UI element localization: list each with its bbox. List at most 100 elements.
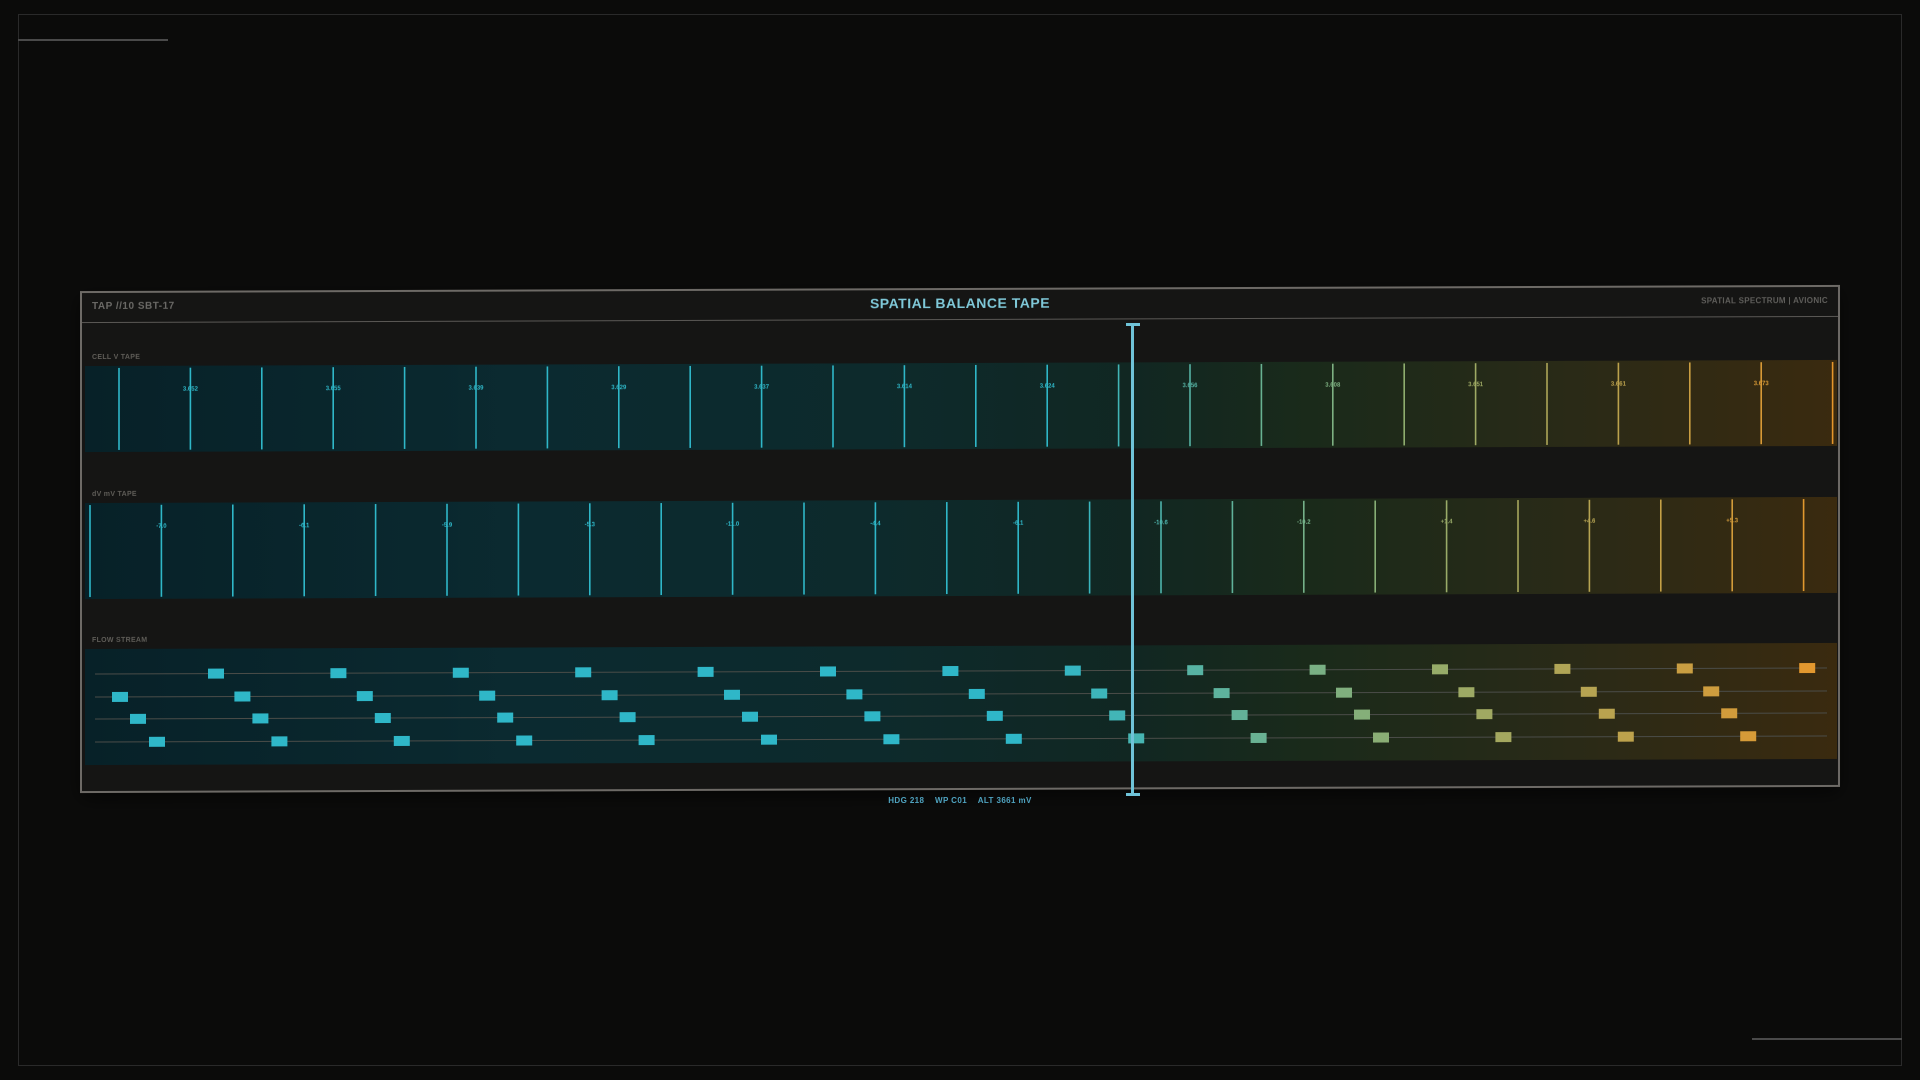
flow-marker xyxy=(374,712,391,724)
flow-marker xyxy=(1580,686,1597,697)
corner-accent-bottom-right xyxy=(1752,1038,1902,1040)
cell-v-tick-label: 3.651 xyxy=(1468,382,1484,388)
flow-lane-line xyxy=(95,735,1827,743)
dv-tick-label: +4.6 xyxy=(1583,519,1596,525)
flow-marker xyxy=(112,691,128,702)
flow-marker xyxy=(1373,732,1389,743)
flow-marker xyxy=(619,712,636,723)
dv-tape: -7.0 -6.1 -5.9 -5.3 -11.0 -4.4 -6.1 -10.6 -10.2 +… xyxy=(85,496,1837,600)
flow-marker xyxy=(846,689,863,700)
dv-tick-label: -7.0 xyxy=(156,524,167,530)
flow-marker xyxy=(1231,709,1248,721)
dv-tick-label: -5.3 xyxy=(585,522,596,528)
flow-marker xyxy=(271,736,288,747)
cursor-stem xyxy=(1131,323,1134,796)
flow-marker xyxy=(1005,733,1022,744)
cell-v-tick-label: 3.673 xyxy=(1754,381,1770,387)
flow-marker xyxy=(479,690,496,701)
flow-marker xyxy=(1309,664,1326,675)
flow-marker xyxy=(986,710,1003,721)
dv-tick-label: +5.3 xyxy=(1726,518,1739,524)
dv-tick-label: -10.6 xyxy=(1154,520,1168,526)
flow-marker xyxy=(497,712,514,723)
balance-cursor[interactable] xyxy=(1126,323,1140,796)
flow-marker xyxy=(1495,732,1512,743)
panel-header: TAP //10 SBT-17 SPATIAL BALANCE TAPE SPA… xyxy=(82,286,1838,324)
flow-marker xyxy=(1740,731,1757,742)
cell-v-tick-label: 3.608 xyxy=(1325,383,1341,389)
cell-v-tick-label: 3.614 xyxy=(897,384,913,390)
flow-marker xyxy=(1250,732,1267,743)
flow-lane-line xyxy=(95,712,1827,720)
flow-marker xyxy=(1554,663,1571,674)
flow-marker xyxy=(1721,708,1738,719)
cell-v-tape: 3.652 3.655 3.639 3.629 3.637 3.614 3.624 3.656… xyxy=(85,359,1837,453)
dv-tick-label: -6.1 xyxy=(299,523,310,529)
flow-stream-label: FLOW STREAM xyxy=(92,636,148,645)
flow-marker xyxy=(356,691,373,702)
dv-tick-label: -4.4 xyxy=(870,521,881,527)
flow-marker xyxy=(208,668,224,679)
flow-stream-lanes xyxy=(95,663,1827,747)
cell-v-tick-label: 3.655 xyxy=(326,386,342,392)
flow-marker xyxy=(724,689,740,700)
flow-marker xyxy=(1703,686,1720,697)
flow-marker xyxy=(1799,663,1816,674)
flow-marker xyxy=(1091,688,1108,699)
heading-readout: HDG 218 xyxy=(888,796,925,805)
cell-v-tick-label: 3.656 xyxy=(1182,383,1198,389)
flow-marker xyxy=(330,668,347,679)
flow-marker xyxy=(130,713,146,724)
dv-tick-label: -6.1 xyxy=(1013,521,1024,527)
cell-v-tick-label: 3.652 xyxy=(183,387,199,393)
dv-tick-label: -11.0 xyxy=(726,522,740,528)
flow-marker xyxy=(1064,665,1081,676)
flow-marker xyxy=(601,690,618,701)
flow-marker xyxy=(883,734,900,745)
cell-v-tape-scale: 3.652 3.655 3.639 3.629 3.637 3.614 3.624 3.656… xyxy=(118,361,1834,450)
flow-marker xyxy=(697,666,714,677)
dv-tick-label: -10.2 xyxy=(1297,520,1311,526)
cell-v-tick-label: 3.639 xyxy=(468,386,484,392)
altitude-readout: ALT 3661 mV xyxy=(977,796,1032,805)
panel-mode-label: SPATIAL SPECTRUM | AVIONIC xyxy=(1701,295,1828,306)
flow-marker xyxy=(638,735,655,746)
flow-marker xyxy=(516,735,533,746)
flow-marker xyxy=(1336,687,1352,698)
spatial-balance-tape-panel: TAP //10 SBT-17 SPATIAL BALANCE TAPE SPA… xyxy=(80,284,1840,794)
flow-marker xyxy=(1213,688,1230,699)
cell-v-tick-label: 3.624 xyxy=(1040,384,1056,390)
cell-v-tick-label: 3.629 xyxy=(611,385,627,391)
flow-marker xyxy=(1617,731,1634,742)
flow-marker xyxy=(761,734,777,745)
flow-marker xyxy=(252,713,269,724)
flow-marker xyxy=(864,711,881,722)
flow-marker xyxy=(1676,663,1693,674)
panel-title: SPATIAL BALANCE TAPE xyxy=(869,294,1051,312)
flow-stream xyxy=(85,642,1837,766)
flow-marker xyxy=(1354,709,1370,720)
flow-marker xyxy=(149,736,165,747)
flow-marker xyxy=(1598,708,1615,719)
cell-v-tick-label: 3.661 xyxy=(1611,382,1627,388)
flow-lane-line xyxy=(95,690,1827,698)
corner-accent-top-left xyxy=(18,39,168,41)
flow-marker xyxy=(234,691,251,702)
cell-v-tick-label: 3.637 xyxy=(754,385,770,391)
flow-marker xyxy=(575,667,592,678)
dv-tick-label: -5.9 xyxy=(442,523,453,529)
status-readout: HDG 218 WP C01 ALT 3661 mV xyxy=(0,796,1920,805)
flow-marker xyxy=(1476,709,1493,720)
flow-marker xyxy=(942,666,959,677)
flow-marker xyxy=(1458,687,1475,698)
dv-tape-scale: -7.0 -6.1 -5.9 -5.3 -11.0 -4.4 -6.1 -10.6 -10.2 +… xyxy=(89,499,1805,598)
waypoint-readout: WP C01 xyxy=(935,796,968,805)
flow-marker xyxy=(968,688,985,699)
cell-v-tape-label: CELL V TAPE xyxy=(92,353,141,362)
flow-marker xyxy=(742,711,758,722)
flow-marker xyxy=(452,667,469,678)
flow-marker xyxy=(1187,665,1204,676)
flow-marker xyxy=(393,735,410,746)
flow-marker xyxy=(820,666,836,677)
dv-tick-label: +1.4 xyxy=(1441,519,1454,525)
